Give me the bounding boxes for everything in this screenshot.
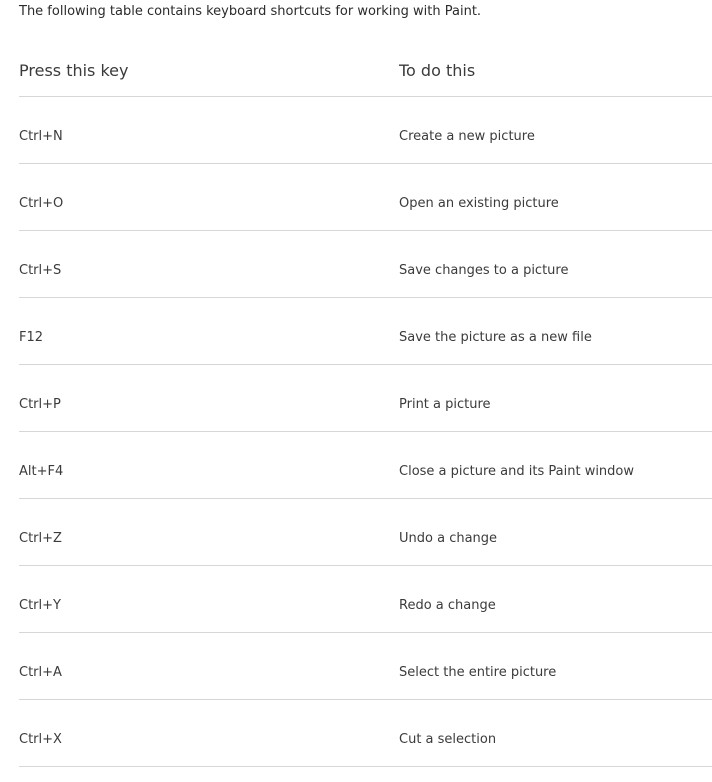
shortcut-action: Undo a change: [399, 531, 498, 546]
shortcut-key: F12: [19, 330, 44, 345]
shortcut-key: Ctrl+S: [19, 263, 62, 278]
shortcut-action: Save the picture as a new file: [399, 330, 592, 345]
shortcut-key: Ctrl+A: [19, 665, 62, 680]
table-row: Ctrl+P Print a picture: [19, 365, 712, 432]
table-header-row: Press this key To do this: [19, 44, 712, 97]
shortcut-key: Ctrl+X: [19, 732, 62, 747]
table-row: Ctrl+A Select the entire picture: [19, 633, 712, 700]
column-header-key: Press this key: [19, 61, 129, 80]
shortcut-key: Ctrl+O: [19, 196, 64, 211]
shortcut-action: Close a picture and its Paint window: [399, 464, 635, 479]
table-row: Alt+F4 Close a picture and its Paint win…: [19, 432, 712, 499]
shortcut-action: Open an existing picture: [399, 196, 559, 211]
shortcut-key: Ctrl+Y: [19, 598, 61, 613]
shortcut-table: Press this key To do this Ctrl+N Create …: [19, 44, 712, 767]
shortcut-action: Print a picture: [399, 397, 491, 412]
shortcut-action: Cut a selection: [399, 732, 497, 747]
table-row: F12 Save the picture as a new file: [19, 298, 712, 365]
shortcut-key: Ctrl+P: [19, 397, 61, 412]
shortcut-key: Ctrl+Z: [19, 531, 62, 546]
shortcut-action: Select the entire picture: [399, 665, 557, 680]
shortcut-action: Save changes to a picture: [399, 263, 569, 278]
table-row: Ctrl+Y Redo a change: [19, 566, 712, 633]
table-row: Ctrl+X Cut a selection: [19, 700, 712, 767]
column-header-action: To do this: [399, 61, 476, 80]
shortcut-key: Ctrl+N: [19, 129, 63, 144]
table-row: Ctrl+Z Undo a change: [19, 499, 712, 566]
table-row: Ctrl+S Save changes to a picture: [19, 231, 712, 298]
intro-text: The following table contains keyboard sh…: [19, 4, 482, 19]
shortcut-action: Create a new picture: [399, 129, 535, 144]
table-row: Ctrl+O Open an existing picture: [19, 164, 712, 231]
table-row: Ctrl+N Create a new picture: [19, 97, 712, 164]
shortcut-key: Alt+F4: [19, 464, 64, 479]
shortcut-action: Redo a change: [399, 598, 496, 613]
